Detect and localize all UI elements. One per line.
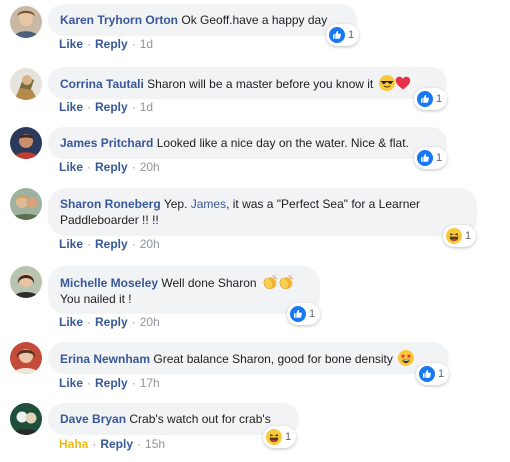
comment-bubble: Erina Newnham Great balance Sharon, good…	[48, 342, 449, 374]
reply-link[interactable]: Reply	[95, 376, 128, 390]
reply-link[interactable]: Reply	[95, 100, 128, 114]
clapping-hands-emoji-icon	[262, 274, 278, 290]
comment: Karen Tryhorn Orton Ok Geoff.have a happ…	[0, 0, 510, 58]
comment-author[interactable]: Michelle Moseley	[60, 276, 158, 290]
like-link[interactable]: Like	[59, 100, 83, 114]
comment-timestamp[interactable]: 15h	[145, 437, 165, 451]
reaction-count: 1	[348, 29, 355, 41]
comment: Dave Bryan Crab's watch out for crab's H…	[0, 402, 510, 460]
comment-actions: Like · Reply · 17h	[59, 376, 160, 390]
mention-link[interactable]: James	[191, 197, 226, 211]
like-icon	[417, 150, 433, 166]
avatar[interactable]	[10, 266, 42, 298]
reply-link[interactable]: Reply	[95, 237, 128, 251]
avatar[interactable]	[10, 6, 42, 38]
reaction-badge[interactable]: 1	[443, 225, 477, 247]
like-icon	[419, 366, 435, 382]
comment-text-line2: Paddleboarder !! !!	[60, 213, 159, 227]
reply-link[interactable]: Reply	[100, 437, 133, 451]
avatar[interactable]	[10, 68, 42, 100]
comment-actions: Like · Reply · 20h	[59, 315, 160, 329]
sunglasses-emoji-icon	[379, 75, 395, 91]
like-link[interactable]: Like	[59, 37, 83, 51]
comment-text: Ok Geoff.have a happy day	[181, 13, 328, 27]
star-struck-emoji-icon	[398, 350, 414, 366]
clapping-hands-emoji-icon	[278, 274, 294, 290]
comment-author[interactable]: Karen Tryhorn Orton	[60, 13, 178, 27]
comment-text-line2: You nailed it !	[60, 292, 132, 306]
avatar[interactable]	[10, 342, 42, 374]
reaction-count: 1	[285, 431, 292, 443]
comment-actions: Like · Reply · 1d	[59, 100, 154, 114]
comment-bubble: Karen Tryhorn Orton Ok Geoff.have a happ…	[48, 4, 357, 36]
reaction-count: 1	[436, 93, 443, 105]
like-icon	[290, 306, 306, 322]
comment-bubble: James Pritchard Looked like a nice day o…	[48, 127, 447, 159]
comment-text: Well done Sharon	[161, 276, 257, 290]
comment-timestamp[interactable]: 1d	[140, 100, 153, 114]
comment: Corrina Tautali Sharon will be a master …	[0, 63, 510, 121]
comment-actions: Like · Reply · 1d	[59, 37, 154, 51]
haha-link[interactable]: Haha	[59, 437, 88, 451]
reply-link[interactable]: Reply	[95, 37, 128, 51]
comment-timestamp[interactable]: 17h	[140, 376, 160, 390]
comment-author[interactable]: Sharon Roneberg	[60, 197, 161, 211]
reaction-badge[interactable]: 1	[414, 147, 448, 169]
comment-text: Great balance Sharon, good for bone dens…	[153, 352, 393, 366]
comment: Erina Newnham Great balance Sharon, good…	[0, 339, 510, 397]
comment-text: , it was a "Perfect Sea" for a Learner	[226, 197, 421, 211]
comment-text: Yep.	[163, 197, 188, 211]
reply-link[interactable]: Reply	[95, 160, 128, 174]
comment-text: Crab's watch out for crab's	[129, 412, 271, 426]
comment-timestamp[interactable]: 20h	[140, 160, 160, 174]
reply-link[interactable]: Reply	[95, 315, 128, 329]
comment-bubble: Michelle Moseley Well done Sharon You na…	[48, 266, 320, 314]
comment-actions: Haha · Reply · 15h	[59, 437, 166, 451]
reaction-count: 1	[438, 368, 445, 380]
avatar[interactable]	[10, 127, 42, 159]
reaction-badge[interactable]: 1	[326, 24, 360, 46]
like-icon	[329, 27, 345, 43]
reaction-badge[interactable]: 1	[287, 303, 321, 325]
like-link[interactable]: Like	[59, 376, 83, 390]
like-icon	[417, 91, 433, 107]
comment-text: Sharon will be a master before you know …	[147, 77, 374, 91]
like-link[interactable]: Like	[59, 160, 83, 174]
haha-icon	[446, 228, 462, 244]
comment-bubble: Sharon Roneberg Yep. James, it was a "Pe…	[48, 188, 477, 236]
comment-actions: Like · Reply · 20h	[59, 237, 160, 251]
reaction-count: 1	[309, 308, 316, 320]
reaction-badge[interactable]: 1	[416, 363, 450, 385]
comment-actions: Like · Reply · 20h	[59, 160, 160, 174]
comment-text: Looked like a nice day on the water. Nic…	[156, 136, 409, 150]
comment: Michelle Moseley Well done Sharon You na…	[0, 263, 510, 333]
reaction-count: 1	[436, 152, 443, 164]
heart-emoji-icon	[395, 75, 411, 91]
comment: James Pritchard Looked like a nice day o…	[0, 124, 510, 182]
reaction-count: 1	[465, 230, 472, 242]
comment-author[interactable]: James Pritchard	[60, 136, 153, 150]
like-link[interactable]: Like	[59, 315, 83, 329]
comment-timestamp[interactable]: 1d	[140, 37, 153, 51]
comment-timestamp[interactable]: 20h	[140, 315, 160, 329]
comment: Sharon Roneberg Yep. James, it was a "Pe…	[0, 186, 510, 256]
comment-timestamp[interactable]: 20h	[140, 237, 160, 251]
comment-author[interactable]: Erina Newnham	[60, 352, 150, 366]
comment-author[interactable]: Corrina Tautali	[60, 77, 144, 91]
like-link[interactable]: Like	[59, 237, 83, 251]
comment-bubble: Corrina Tautali Sharon will be a master …	[48, 67, 447, 99]
reaction-badge[interactable]: 1	[263, 426, 297, 448]
reaction-badge[interactable]: 1	[414, 88, 448, 110]
comment-author[interactable]: Dave Bryan	[60, 412, 126, 426]
avatar[interactable]	[10, 188, 42, 220]
avatar[interactable]	[10, 403, 42, 435]
comment-bubble: Dave Bryan Crab's watch out for crab's	[48, 403, 299, 435]
haha-icon	[266, 429, 282, 445]
